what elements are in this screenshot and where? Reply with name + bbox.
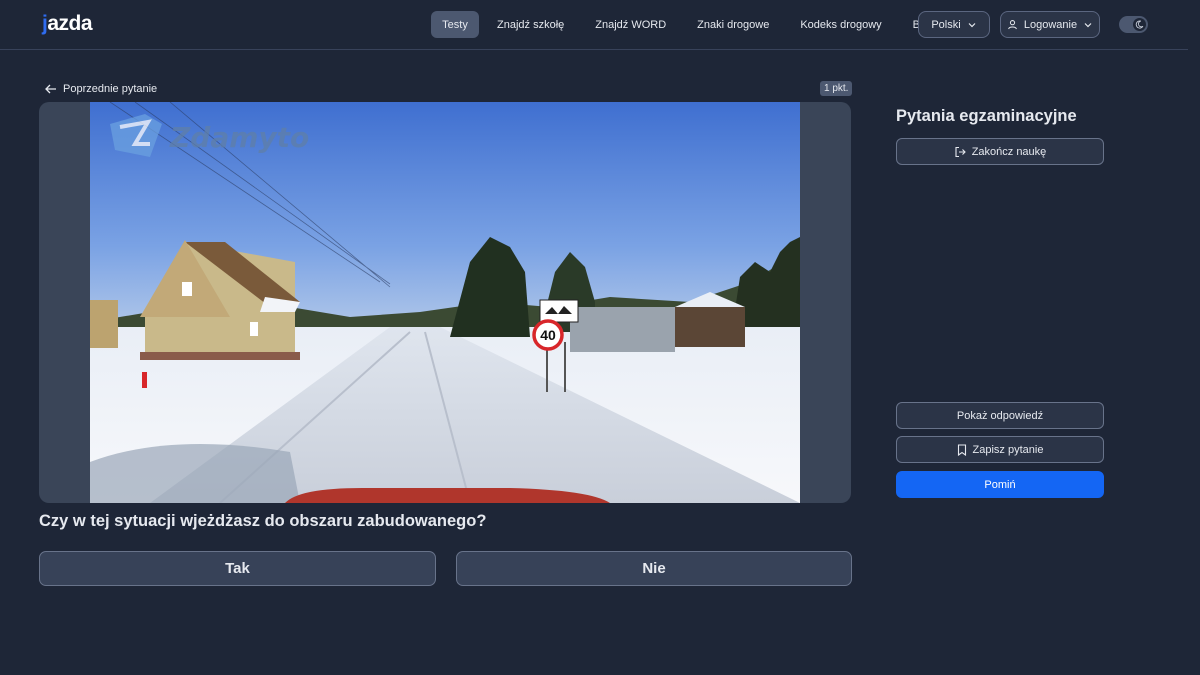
chevron-down-icon	[967, 20, 977, 30]
watermark-logo: Zdamyto	[110, 114, 309, 157]
nav-tests[interactable]: Testy	[431, 11, 479, 38]
question-media: 40 Zdamyto	[39, 102, 851, 503]
main-nav: Testy Znajdź szkołę Znajdź WORD Znaki dr…	[431, 11, 953, 38]
previous-question-link[interactable]: Poprzednie pytanie	[45, 81, 157, 97]
question-text: Czy w tej sytuacji wjeżdżasz do obszaru …	[39, 512, 487, 530]
login-label: Logowanie	[1023, 18, 1078, 31]
theme-toggle[interactable]	[1119, 16, 1148, 33]
logout-icon	[954, 146, 966, 158]
show-answer-label: Pokaż odpowiedź	[956, 409, 1044, 422]
nav-traffic-code[interactable]: Kodeks drogowy	[787, 11, 894, 38]
skip-label: Pomiń	[984, 478, 1016, 491]
speed-limit-sign: 40	[540, 327, 556, 343]
logo[interactable]: jazda	[42, 12, 93, 36]
skip-button[interactable]: Pomiń	[896, 471, 1104, 498]
end-learning-button[interactable]: Zakończ naukę	[896, 138, 1104, 165]
previous-question-label: Poprzednie pytanie	[63, 83, 158, 95]
arrow-left-icon	[45, 84, 57, 94]
user-icon	[1007, 19, 1018, 30]
login-dropdown[interactable]: Logowanie	[1000, 11, 1100, 38]
moon-icon	[1133, 18, 1146, 31]
points-badge: 1 pkt.	[820, 81, 853, 96]
end-learning-label: Zakończ naukę	[971, 145, 1047, 158]
winter-road-scene: 40 Zdamyto	[90, 102, 800, 503]
logo-text: jazda	[42, 12, 93, 35]
chevron-down-icon	[1083, 20, 1093, 30]
language-label: Polski	[931, 18, 961, 31]
nav-find-word[interactable]: Znajdź WORD	[582, 11, 679, 38]
sidebar-title: Pytania egzaminacyjne	[896, 107, 1077, 125]
bookmark-icon	[957, 443, 967, 456]
save-question-label: Zapisz pytanie	[972, 443, 1044, 456]
nav-find-school[interactable]: Znajdź szkołę	[484, 11, 577, 38]
show-answer-button[interactable]: Pokaż odpowiedź	[896, 402, 1104, 429]
nav-road-signs[interactable]: Znaki drogowe	[684, 11, 782, 38]
watermark-text: Zdamyto	[169, 121, 309, 154]
language-select[interactable]: Polski	[918, 11, 990, 38]
save-question-button[interactable]: Zapisz pytanie	[896, 436, 1104, 463]
answer-yes-button[interactable]: Tak	[39, 551, 436, 586]
answer-no-button[interactable]: Nie	[456, 551, 852, 586]
top-navbar: jazda Testy Znajdź szkołę Znajdź WORD Zn…	[0, 0, 1188, 50]
